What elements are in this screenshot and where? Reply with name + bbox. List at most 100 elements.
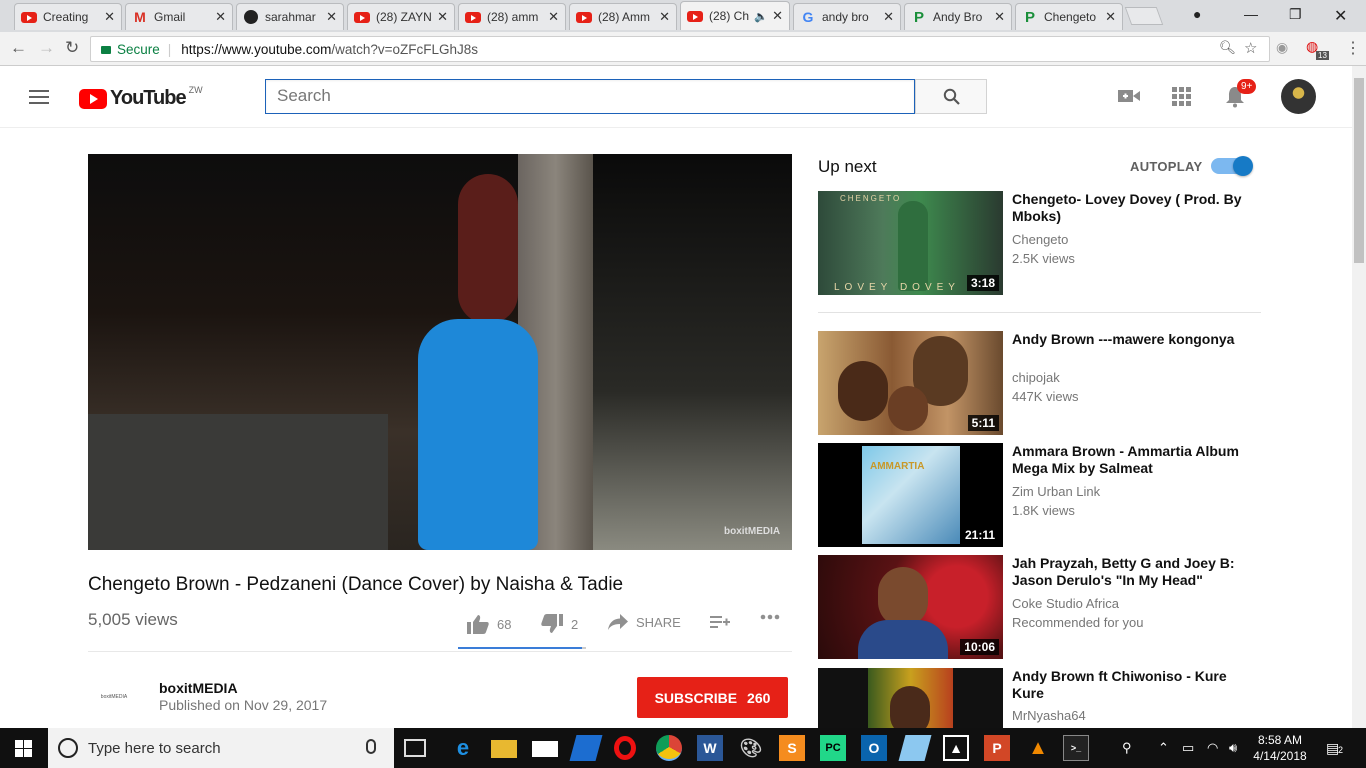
windows-start-icon[interactable]: [15, 740, 32, 757]
recommended-title[interactable]: Ammara Brown - Ammartia Album Mega Mix b…: [1012, 443, 1242, 477]
youtube-logo[interactable]: YouTube ZW: [79, 85, 203, 110]
maximize-button[interactable]: ❐: [1289, 6, 1302, 23]
volume-icon[interactable]: 🔊︎: [1229, 740, 1237, 756]
tab-chengeto[interactable]: P Chengeto ✕: [1015, 3, 1123, 30]
video-duration: 21:11: [960, 527, 999, 543]
vlc-icon[interactable]: ▲: [1025, 735, 1051, 761]
paint-icon[interactable]: 🎨︎: [738, 735, 764, 761]
video-player[interactable]: boxitMEDIA: [88, 154, 792, 550]
hamburger-menu-icon[interactable]: [29, 90, 49, 104]
tab-close-icon[interactable]: ✕: [104, 9, 115, 25]
recommended-title[interactable]: Jah Prayzah, Betty G and Joey B: Jason D…: [1012, 555, 1242, 589]
bookmark-star-icon[interactable]: ☆: [1244, 39, 1257, 57]
tab-close-icon[interactable]: ✕: [548, 9, 559, 25]
outlook-icon[interactable]: O: [861, 735, 887, 761]
people-icon[interactable]: ⚲: [1122, 740, 1132, 756]
url-bar[interactable]: Secure | https://www.youtube.com/watch?v…: [90, 36, 1270, 62]
tab-zayn[interactable]: (28) ZAYN ✕: [347, 3, 455, 30]
reload-icon[interactable]: ↻: [65, 38, 79, 58]
photos-icon[interactable]: ▲: [943, 735, 969, 761]
tab-creating[interactable]: Creating ✕: [14, 3, 122, 30]
tab-close-icon[interactable]: ✕: [994, 9, 1005, 25]
browser-tab-bar: Creating ✕ M Gmail ✕ sarahmar ✕ (28) ZAY…: [0, 0, 1366, 32]
channel-avatar[interactable]: boxitMEDIA: [92, 675, 136, 719]
tab-close-icon[interactable]: ✕: [1105, 9, 1116, 25]
sublime-icon[interactable]: S: [779, 735, 805, 761]
scrollbar-thumb[interactable]: [1354, 78, 1364, 263]
word-icon[interactable]: W: [697, 735, 723, 761]
recommended-title[interactable]: Chengeto- Lovey Dovey ( Prod. By Mboks): [1012, 191, 1242, 225]
share-button[interactable]: SHARE: [608, 614, 681, 630]
upload-video-icon[interactable]: [1118, 88, 1140, 104]
terminal-icon[interactable]: >_: [1063, 735, 1089, 761]
chrome-menu-icon[interactable]: ⋮: [1345, 38, 1361, 58]
profile-icon[interactable]: ●: [1193, 6, 1201, 22]
video-thumbnail[interactable]: CHENGETO LOVEY DOVEY 3:18: [818, 191, 1003, 295]
opera-icon[interactable]: [614, 736, 636, 760]
recommended-video[interactable]: Andy Brown ft Chiwoniso - Kure Kure MrNy…: [818, 668, 1261, 728]
dislike-button[interactable]: 2: [541, 614, 578, 634]
new-tab-button[interactable]: [1124, 7, 1164, 25]
tab-github[interactable]: sarahmar ✕: [236, 3, 344, 30]
notepad-icon[interactable]: [898, 735, 932, 761]
taskbar-search-input[interactable]: Type here to search: [48, 728, 394, 768]
minimize-button[interactable]: —: [1244, 6, 1258, 22]
chrome-taskbar-icon[interactable]: [656, 735, 682, 761]
search-button[interactable]: [915, 79, 987, 114]
tab-gmail[interactable]: M Gmail ✕: [125, 3, 233, 30]
secure-indicator[interactable]: Secure: [101, 42, 160, 57]
edge-browser-icon[interactable]: e: [450, 735, 476, 761]
video-thumbnail[interactable]: AMMARTIA 21:11: [818, 443, 1003, 547]
search-input[interactable]: Search: [265, 79, 915, 114]
task-view-icon[interactable]: [404, 739, 426, 757]
channel-name[interactable]: boxitMEDIA: [159, 680, 238, 696]
mail-icon[interactable]: [532, 741, 558, 757]
recommended-video[interactable]: AMMARTIA 21:11 Ammara Brown - Ammartia A…: [818, 443, 1261, 547]
microphone-icon[interactable]: [366, 739, 376, 754]
tab-close-icon[interactable]: ✕: [215, 9, 226, 25]
tab-google-search[interactable]: G andy bro ✕: [793, 3, 901, 30]
recommended-video[interactable]: CHENGETO LOVEY DOVEY 3:18 Chengeto- Love…: [818, 191, 1261, 295]
url-text[interactable]: https://www.youtube.com/watch?v=oZFcFLGh…: [181, 42, 478, 57]
video-thumbnail[interactable]: [818, 668, 1003, 728]
forward-arrow-icon[interactable]: →: [38, 38, 55, 58]
subscribe-button[interactable]: SUBSCRIBE 260: [637, 677, 788, 718]
powerpoint-icon[interactable]: P: [984, 735, 1010, 761]
battery-icon[interactable]: ▭: [1182, 740, 1194, 756]
recommended-video[interactable]: 5:11 Andy Brown ---mawere kongonya chipo…: [818, 331, 1261, 435]
tab-andy-brown[interactable]: P Andy Bro ✕: [904, 3, 1012, 30]
tab-amm-1[interactable]: (28) amm ✕: [458, 3, 566, 30]
video-thumbnail[interactable]: 10:06: [818, 555, 1003, 659]
tray-expand-icon[interactable]: ⌃: [1158, 740, 1169, 756]
more-actions-button[interactable]: [760, 614, 788, 620]
close-window-button[interactable]: ✕: [1334, 6, 1347, 26]
apps-grid-icon[interactable]: [1172, 87, 1191, 106]
tab-close-icon[interactable]: ✕: [772, 8, 783, 24]
recommended-video[interactable]: 10:06 Jah Prayzah, Betty G and Joey B: J…: [818, 555, 1261, 659]
like-button[interactable]: 68: [467, 614, 511, 634]
recommended-title[interactable]: Andy Brown ---mawere kongonya: [1012, 331, 1242, 348]
wifi-icon[interactable]: ◠: [1207, 740, 1218, 756]
video-thumbnail[interactable]: 5:11: [818, 331, 1003, 435]
zoom-icon[interactable]: 🔍︎: [1219, 40, 1236, 56]
tab-close-icon[interactable]: ✕: [659, 9, 670, 25]
tab-close-icon[interactable]: ✕: [883, 9, 894, 25]
page-scrollbar[interactable]: [1352, 66, 1366, 728]
app-blue-icon[interactable]: [569, 735, 603, 761]
add-to-playlist-button[interactable]: [710, 614, 738, 630]
autoplay-toggle[interactable]: [1211, 156, 1253, 176]
tab-active-chengeto[interactable]: (28) Ch 🔈 ✕: [680, 1, 790, 30]
recommended-reason: Recommended for you: [1012, 615, 1144, 630]
speaker-icon[interactable]: 🔈: [754, 10, 768, 23]
recommended-title[interactable]: Andy Brown ft Chiwoniso - Kure Kure: [1012, 668, 1242, 702]
file-explorer-icon[interactable]: [491, 740, 517, 758]
tab-close-icon[interactable]: ✕: [437, 9, 448, 25]
back-arrow-icon[interactable]: ←: [10, 38, 27, 58]
account-avatar[interactable]: [1281, 79, 1316, 114]
tab-amm-2[interactable]: (28) Amm ✕: [569, 3, 677, 30]
pycharm-icon[interactable]: PC: [820, 735, 846, 761]
tab-close-icon[interactable]: ✕: [326, 9, 337, 25]
extension-icon[interactable]: ◉: [1276, 39, 1288, 56]
system-clock[interactable]: 8:58 AM 4/14/2018: [1253, 732, 1307, 764]
recommended-channel: Zim Urban Link: [1012, 484, 1101, 499]
